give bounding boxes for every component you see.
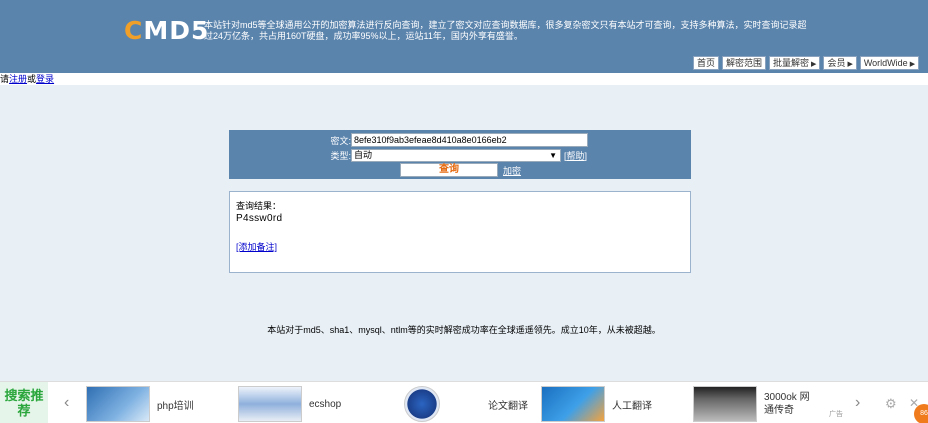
nav-home[interactable]: 首页 xyxy=(693,56,720,70)
ad-item-ecshop[interactable]: ecshop xyxy=(238,386,341,422)
result-title: 查询结果： xyxy=(236,201,282,211)
search-recommend-tag: 搜索推荐 xyxy=(0,382,48,423)
encrypt-link[interactable]: 加密 xyxy=(503,164,521,177)
caret-right-icon: ▶ xyxy=(847,61,853,68)
result-value: P4ssw0rd xyxy=(236,213,283,224)
php-training-thumb xyxy=(86,386,150,422)
chevron-right-icon[interactable]: › xyxy=(855,394,860,412)
search-recommend-bar: 搜索推荐 ‹ php培训 ecshop 论文翻译 人工翻译 3000ok 网通传… xyxy=(0,381,928,423)
ad-item-paper-translation[interactable]: 论文翻译 xyxy=(390,386,528,422)
legend-thumb xyxy=(693,386,757,422)
nav-decrypt-range[interactable]: 解密范围 xyxy=(722,56,767,70)
footer-text: 本站对于md5、sha1、mysql、ntlm等的实时解密成功率在全球遥遥领先。… xyxy=(267,325,661,335)
badge-icon[interactable]: 86 xyxy=(914,404,928,423)
cipher-label: 密文: xyxy=(330,135,351,146)
nav-batch-decrypt[interactable]: 批量解密 ▶ xyxy=(769,56,821,70)
globe-thumb xyxy=(404,386,440,422)
register-link[interactable]: 注册 xyxy=(9,74,27,84)
type-select[interactable]: 自动 ▼ xyxy=(351,148,561,162)
caret-right-icon: ▶ xyxy=(909,61,916,68)
cipher-row: 密文: 8efe310f9ab3efeae8d410a8e0166eb2 xyxy=(229,133,588,147)
ad-item-legend[interactable]: 3000ok 网通传奇 xyxy=(693,386,814,422)
ad-item-php[interactable]: php培训 xyxy=(86,386,194,422)
ad-mark: 广告 xyxy=(829,411,843,418)
nav-worldwide[interactable]: WorldWide ▶ xyxy=(859,56,920,70)
site-header: CMD5 本站针对md5等全球通用公开的加密算法进行反向查询，建立了密文对应查询… xyxy=(0,0,928,73)
login-bar: 请注册或登录 xyxy=(0,73,928,85)
chevron-left-icon[interactable]: ‹ xyxy=(64,394,69,412)
site-intro: 本站针对md5等全球通用公开的加密算法进行反向查询，建立了密文对应查询数据库，很… xyxy=(204,20,807,41)
ad-item-human-translation[interactable]: 人工翻译 xyxy=(541,386,652,422)
query-box: 密文: 8efe310f9ab3efeae8d410a8e0166eb2 类型:… xyxy=(229,130,691,179)
result-panel: 查询结果： P4ssw0rd [添加备注] xyxy=(229,191,691,273)
help-link[interactable]: [帮助] xyxy=(564,149,587,162)
ecshop-thumb xyxy=(238,386,302,422)
cipher-input[interactable]: 8efe310f9ab3efeae8d410a8e0166eb2 xyxy=(351,133,588,147)
type-row: 类型: 自动 ▼ [帮助] xyxy=(229,148,587,162)
type-label: 类型: xyxy=(330,150,351,161)
translation-thumb xyxy=(541,386,605,422)
cmd5-logo[interactable]: CMD5 xyxy=(124,16,209,46)
nav-member[interactable]: 会员 ▶ xyxy=(823,56,857,70)
add-note-link[interactable]: [添加备注] xyxy=(236,240,277,253)
query-button[interactable]: 查询 xyxy=(400,163,498,177)
login-link[interactable]: 登录 xyxy=(36,74,54,84)
gear-icon[interactable]: ⚙ xyxy=(885,396,897,412)
top-nav: 首页 解密范围 批量解密 ▶ 会员 ▶ WorldWide ▶ xyxy=(693,56,920,70)
caret-right-icon: ▶ xyxy=(811,61,817,68)
chevron-down-icon: ▼ xyxy=(549,150,557,160)
